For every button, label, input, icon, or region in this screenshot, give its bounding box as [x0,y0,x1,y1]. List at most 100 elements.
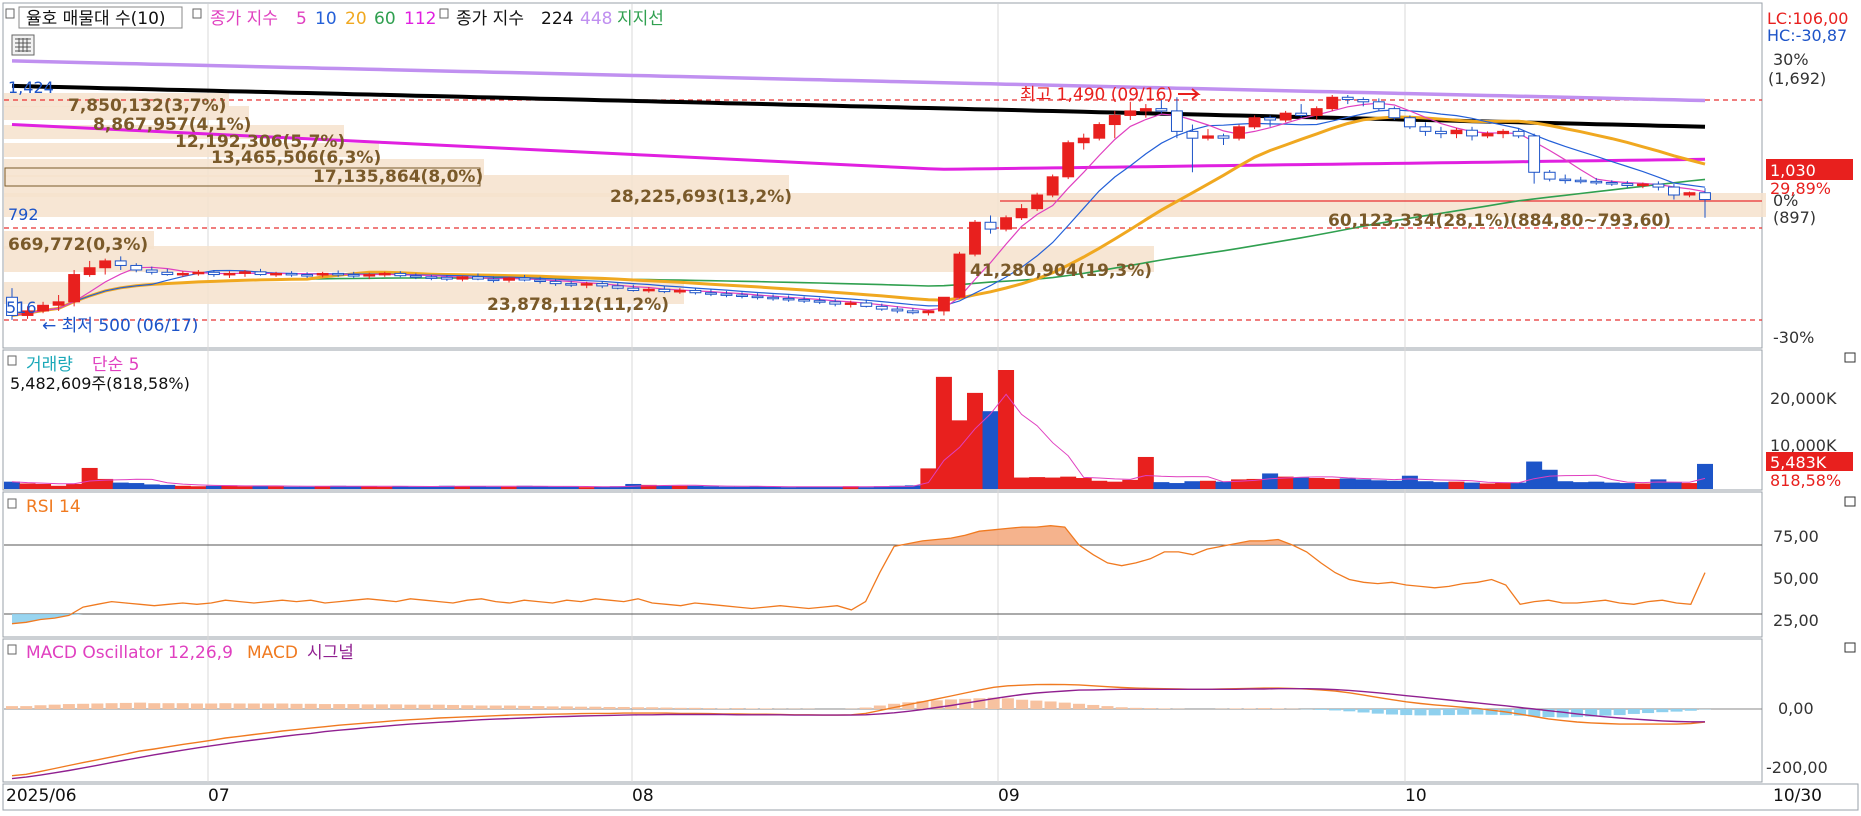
vol-tick-20000k: 20,000K [1770,389,1837,408]
volume-bar [1045,478,1061,489]
candle-body [923,311,934,313]
candle-body [799,300,810,302]
macd-oscillator-bar [1144,708,1156,709]
candle-body [1575,180,1586,182]
legend-ma60[interactable]: 60 [374,9,396,29]
macd-oscillator-bar [162,703,174,709]
close-icon[interactable] [1845,353,1855,362]
volume-bar [1573,482,1589,489]
legend-box1[interactable]: 율호 매물대 수(10) [26,9,166,29]
macd-legend[interactable]: MACD Oscillator 12,26,9 MACD 시그널 [8,643,354,663]
macd-oscillator-bar [1073,704,1085,709]
legend-ma20[interactable]: 20 [345,9,367,29]
rsi-line [12,526,1705,624]
legend-ma112[interactable]: 112 [404,9,436,29]
legend-ma10[interactable]: 10 [315,9,337,29]
macd-oscillator-bar [433,705,445,709]
candle-body [1218,136,1229,138]
volume-bar [1697,464,1713,489]
volume-bar [377,487,393,489]
candle-body [1482,134,1493,136]
volume-bar [1650,479,1666,489]
volume-bar [299,487,315,489]
candle-body [115,261,126,266]
legend-ma5[interactable]: 5 [296,9,307,29]
candle-body [1001,218,1012,229]
legend-macd-osc[interactable]: MACD Oscillator 12,26,9 [26,643,233,663]
profile-label: 17,135,864(8,0%) [313,167,483,187]
candle-body [597,284,608,286]
legend-volume-ma[interactable]: 단순 5 [92,355,140,375]
candle-body [845,303,856,305]
volume-bar [1122,480,1138,489]
candle-body [271,273,282,275]
macd-oscillator-bar [675,708,687,709]
volume-bar [1060,477,1076,489]
candle-body [1171,111,1182,131]
candle-body [581,284,592,286]
macd-oscillator-bar [1315,709,1327,710]
volume-bar [1511,483,1527,489]
candle-body [628,288,639,290]
volume-bar [781,487,797,489]
macd-oscillator-bar [703,708,715,709]
volume-bar [1542,470,1558,489]
volume-bar [268,486,284,489]
candle-body [193,272,204,274]
volume-bar [1402,476,1418,489]
macd-oscillator-bar [91,703,103,709]
legend-box-icon [8,499,16,508]
close-icon[interactable] [1845,643,1855,652]
candle-body [907,311,918,313]
legend-macd[interactable]: MACD [247,643,298,663]
legend-rsi[interactable]: RSI 14 [26,497,81,517]
macd-oscillator-bar [518,706,530,709]
volume-bars[interactable] [4,370,1713,489]
volume-bar [113,483,129,489]
macd-oscillator-bar [1642,709,1654,713]
legend-box-icon [193,9,201,18]
macd-oscillator-bar [1414,709,1426,715]
volume-bar [1107,482,1123,489]
current-pct: 29,89% [1770,179,1831,198]
pane-close-buttons[interactable] [1845,353,1855,652]
candle-body [1544,172,1555,179]
volume-bar [579,487,595,489]
candle-body [1311,109,1322,116]
legend-signal[interactable]: 시그널 [307,643,354,663]
main-legend[interactable]: 율호 매물대 수(10) 종가 지수 5 10 20 60 112 종가 지수 … [6,7,664,55]
stock-chart[interactable]: 7,850,132(3,7%)8,867,957(4,1%)12,192,306… [0,0,1861,812]
volume-bar [1480,484,1496,489]
volume-current: 5,483K [1770,453,1827,472]
candle-body [1420,127,1431,132]
macd-oscillator-bar [191,703,203,709]
macd-oscillator-bar [390,704,402,709]
left-price-516: 516 [6,298,37,317]
legend-ma224[interactable]: 224 [541,9,573,29]
macd-oscillator-bar [475,706,487,709]
volume-legend[interactable]: 거래량 단순 5 5,482,609주(818,58%) [8,355,190,393]
macd-oscillator-bar [1116,707,1128,709]
chart-canvas[interactable]: 7,850,132(3,7%)8,867,957(4,1%)12,192,306… [0,0,1861,812]
macd-oscillator-bar [1016,700,1028,709]
legend-ma448[interactable]: 448 [580,9,612,29]
volume-ma-line [12,394,1705,487]
volume-bar [1526,462,1542,489]
macd-oscillator-bar [604,707,616,709]
volume-bar [237,486,253,489]
rsi-oversold-fill [12,614,1705,624]
legend-support[interactable]: 지지선 [617,9,664,29]
rsi-legend[interactable]: RSI 14 [8,497,81,517]
candle-body [348,275,359,277]
macd-oscillator-bar [49,705,61,709]
legend-volume[interactable]: 거래량 [26,355,73,375]
close-icon[interactable] [1845,497,1855,506]
macd-oscillator-bar [219,703,231,709]
candle-body [1591,181,1602,183]
macd-oscillator-bar [234,703,246,709]
macd-oscillator-bar [1386,709,1398,715]
macd-oscillator-bar [120,703,132,709]
volume-bar [1138,457,1154,489]
candle-body [100,261,111,268]
macd-oscillator-bar [732,708,744,709]
